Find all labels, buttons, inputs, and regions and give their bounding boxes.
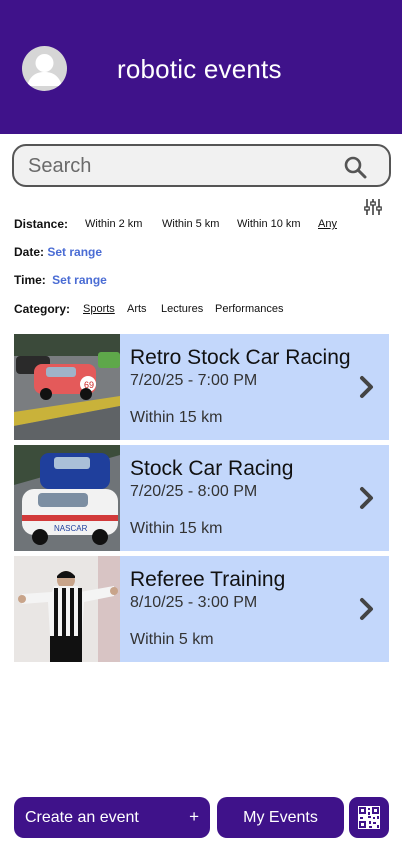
referee-photo — [14, 556, 120, 662]
event-distance: Within 15 km — [130, 409, 223, 426]
qr-code-icon — [358, 806, 380, 829]
chevron-right-icon[interactable] — [359, 375, 375, 399]
event-card[interactable]: NASCAR Stock Car Racing 7/20/25 - 8:00 P… — [14, 445, 389, 551]
sliders-icon[interactable] — [364, 198, 382, 216]
my-events-button[interactable]: My Events — [217, 797, 344, 838]
event-card[interactable]: 69 Retro Stock Car Racing 7/20/25 - 7:00… — [14, 334, 389, 440]
plus-icon: + — [189, 807, 199, 826]
distance-option-2km[interactable]: Within 2 km — [85, 218, 142, 230]
time-set-range-link[interactable]: Set range — [52, 273, 107, 287]
category-option-arts[interactable]: Arts — [127, 303, 147, 315]
chevron-right-icon[interactable] — [359, 597, 375, 621]
event-title: Referee Training — [130, 568, 286, 591]
category-filter: Category: Sports Arts Lectures Performan… — [14, 302, 389, 318]
category-option-lectures[interactable]: Lectures — [161, 303, 203, 315]
user-avatar-icon[interactable] — [22, 46, 67, 91]
create-event-label: Create an event — [25, 809, 139, 826]
my-events-label: My Events — [243, 809, 318, 826]
retro-stock-car-photo: 69 — [14, 334, 120, 440]
event-datetime: 7/20/25 - 7:00 PM — [130, 372, 258, 389]
date-filter: Date: Set range — [14, 245, 102, 259]
date-set-range-link[interactable]: Set range — [47, 245, 102, 259]
time-label: Time: — [14, 273, 46, 287]
create-event-button[interactable]: Create an event + — [14, 797, 210, 838]
category-option-performances[interactable]: Performances — [215, 303, 283, 315]
event-title: Retro Stock Car Racing — [130, 346, 351, 369]
stock-car-photo: NASCAR — [14, 445, 120, 551]
time-filter: Time: Set range — [14, 273, 107, 287]
search-bar — [12, 144, 391, 187]
app-title: robotic events — [117, 54, 282, 84]
event-distance: Within 5 km — [130, 631, 214, 648]
chevron-right-icon[interactable] — [359, 486, 375, 510]
event-datetime: 8/10/25 - 3:00 PM — [130, 594, 258, 611]
distance-option-5km[interactable]: Within 5 km — [162, 218, 219, 230]
distance-label: Distance: — [14, 217, 69, 231]
event-distance: Within 15 km — [130, 520, 223, 537]
event-title: Stock Car Racing — [130, 457, 294, 480]
distance-option-10km[interactable]: Within 10 km — [237, 218, 301, 230]
distance-filter: Distance: Within 2 km Within 5 km Within… — [14, 217, 389, 233]
event-datetime: 7/20/25 - 8:00 PM — [130, 483, 258, 500]
category-label: Category: — [14, 302, 71, 316]
search-icon[interactable] — [343, 155, 367, 179]
qr-code-button[interactable] — [349, 797, 389, 838]
app-header: robotic events — [0, 0, 402, 134]
svg-text:NASCAR: NASCAR — [54, 524, 88, 533]
search-input[interactable] — [28, 152, 328, 180]
date-label: Date: — [14, 245, 45, 259]
category-option-sports[interactable]: Sports — [83, 303, 115, 315]
distance-option-any[interactable]: Any — [318, 218, 337, 230]
event-card[interactable]: Referee Training 8/10/25 - 3:00 PM Withi… — [14, 556, 389, 662]
